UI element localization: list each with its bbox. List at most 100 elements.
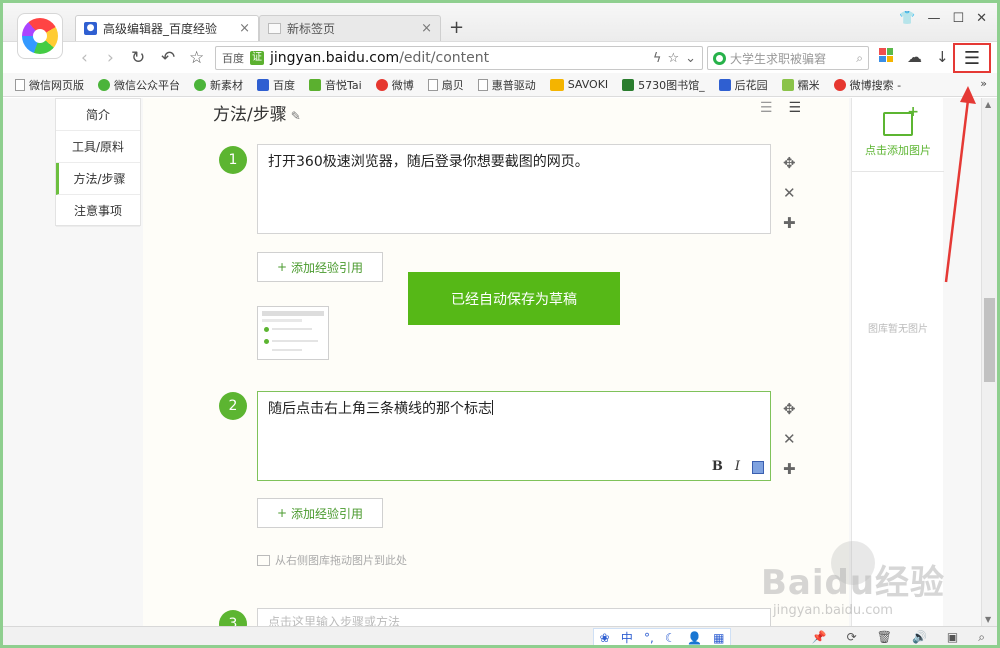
tab-new-tab[interactable]: 新标签页 × bbox=[259, 15, 441, 41]
vertical-scrollbar[interactable]: ▲ ▼ bbox=[981, 98, 997, 626]
lightning-icon[interactable]: ϟ bbox=[653, 51, 662, 66]
add-step-icon[interactable]: ✚ bbox=[783, 460, 796, 478]
bookmark-label: 音悦Tai bbox=[325, 78, 362, 92]
ordered-list-icon[interactable]: ☰ bbox=[788, 100, 801, 116]
add-reference-label: 添加经验引用 bbox=[291, 506, 364, 521]
zoom-icon[interactable]: ⌕ bbox=[978, 630, 985, 645]
step-1-image-thumbnail[interactable] bbox=[257, 306, 329, 360]
tab-close-icon[interactable]: × bbox=[421, 21, 432, 36]
move-icon[interactable]: ✥ bbox=[783, 154, 796, 172]
bookmark-item[interactable]: 音悦Tai bbox=[309, 77, 362, 93]
section-title: 方法/步骤 ✎ bbox=[213, 100, 301, 125]
trash-icon[interactable]: 🗑 bbox=[877, 630, 892, 645]
move-icon[interactable]: ✥ bbox=[783, 400, 796, 418]
edit-pencil-icon[interactable]: ✎ bbox=[291, 109, 301, 123]
bookmark-item[interactable]: 新素材 bbox=[194, 77, 243, 93]
favorite-star-icon[interactable]: ☆ bbox=[667, 51, 679, 66]
close-icon[interactable]: ✕ bbox=[976, 11, 987, 26]
shirt-skin-icon[interactable]: 👕 bbox=[899, 11, 915, 26]
bookmark-label: 微博搜索 - bbox=[849, 78, 902, 92]
add-reference-button[interactable]: + 添加经验引用 bbox=[257, 252, 383, 282]
bookmark-item[interactable]: 惠普驱动 bbox=[477, 77, 536, 93]
delete-icon[interactable]: ✕ bbox=[783, 184, 796, 202]
address-bar[interactable]: 百度 证 jingyan.baidu.com/edit/content ϟ ☆ … bbox=[215, 46, 703, 70]
bookmark-nm-icon bbox=[781, 78, 794, 91]
list-view-icon[interactable]: ☰ bbox=[760, 100, 773, 116]
scrollbar-thumb[interactable] bbox=[984, 298, 995, 382]
maximize-icon[interactable]: ☐ bbox=[952, 11, 964, 26]
insert-image-icon[interactable] bbox=[752, 460, 764, 474]
tab-close-icon[interactable]: × bbox=[239, 21, 250, 36]
bookmark-sav-icon bbox=[549, 78, 564, 91]
ime-user-icon[interactable]: 👤 bbox=[687, 631, 702, 645]
star-icon[interactable]: ☆ bbox=[189, 48, 204, 68]
window-icon[interactable]: ▣ bbox=[947, 630, 958, 645]
back-icon[interactable]: ‹ bbox=[81, 48, 88, 68]
nav-item-steps[interactable]: 方法/步骤 bbox=[56, 163, 140, 195]
bookmark-doc-icon bbox=[477, 78, 488, 91]
delete-icon[interactable]: ✕ bbox=[783, 430, 796, 448]
add-image-button[interactable]: 点击添加图片 bbox=[852, 98, 944, 172]
bookmark-item[interactable]: 后花园 bbox=[718, 77, 768, 93]
ime-punctuation-icon[interactable]: °, bbox=[644, 631, 654, 645]
certificate-badge-icon[interactable]: 证 bbox=[250, 51, 264, 65]
drag-hint-text: 从右侧图库拖动图片到此处 bbox=[275, 554, 407, 567]
url-text[interactable]: jingyan.baidu.com/edit/content bbox=[270, 50, 647, 66]
bookmarks-more-icon[interactable]: » bbox=[980, 77, 987, 90]
apps-grid-icon[interactable] bbox=[879, 48, 893, 62]
add-step-icon[interactable]: ✚ bbox=[783, 214, 796, 232]
nav-item-intro[interactable]: 简介 bbox=[56, 99, 140, 131]
forward-icon[interactable]: › bbox=[107, 48, 114, 68]
bookmark-paw-icon bbox=[718, 78, 731, 91]
bookmark-item[interactable]: 微信公众平台 bbox=[98, 77, 180, 93]
ime-grid-icon[interactable]: ▦ bbox=[713, 631, 724, 645]
scroll-up-icon[interactable]: ▲ bbox=[985, 100, 991, 109]
bookmark-item[interactable]: 5730图书馆_ bbox=[622, 77, 705, 93]
minimize-icon[interactable]: — bbox=[927, 11, 940, 26]
search-box[interactable]: 大学生求职被骗窘 ⌕ bbox=[707, 46, 869, 70]
ime-paw-icon[interactable]: ❀ bbox=[600, 631, 610, 645]
bookmark-item[interactable]: 微博搜索 - bbox=[833, 77, 902, 93]
undo-close-icon[interactable]: ↶ bbox=[161, 48, 175, 68]
step-1-input[interactable]: 打开360极速浏览器，随后登录你想要截图的网页。 bbox=[257, 144, 771, 234]
nav-item-tools[interactable]: 工具/原料 bbox=[56, 131, 140, 163]
italic-button[interactable]: I bbox=[735, 458, 740, 476]
step-3-input[interactable]: 点击这里输入步骤或方法 bbox=[257, 608, 771, 626]
bookmark-item[interactable]: 微信网页版 bbox=[15, 77, 84, 93]
scroll-down-icon[interactable]: ▼ bbox=[985, 615, 991, 624]
bold-button[interactable]: B bbox=[712, 458, 723, 476]
search-icon[interactable]: ⌕ bbox=[856, 51, 863, 66]
rich-text-toolbar: B I bbox=[712, 458, 764, 476]
bookmark-label: 惠普驱动 bbox=[491, 78, 536, 92]
step-2-input[interactable]: 随后点击右上角三条横线的那个标志 B I bbox=[257, 391, 771, 481]
speed-icon[interactable]: ⟳ bbox=[847, 630, 857, 645]
bookmark-item[interactable]: SAVOKI bbox=[549, 78, 608, 91]
bookmark-item[interactable]: 糯米 bbox=[781, 77, 820, 93]
cloud-icon[interactable]: ☁ bbox=[907, 48, 922, 66]
add-reference-label: 添加经验引用 bbox=[291, 260, 364, 275]
bookmark-wb-icon bbox=[375, 78, 388, 91]
search-engine-icon[interactable] bbox=[713, 51, 726, 65]
bookmark-item[interactable]: 百度 bbox=[257, 77, 295, 93]
baidu-jingyan-watermark: Baidu经验 jingyan.baidu.com bbox=[761, 541, 961, 621]
tab-title: 新标签页 bbox=[287, 22, 336, 36]
new-tab-button[interactable]: + bbox=[449, 17, 464, 38]
add-reference-button[interactable]: + 添加经验引用 bbox=[257, 498, 383, 528]
tab-advanced-editor[interactable]: ● 高级编辑器_百度经验 × bbox=[75, 15, 259, 41]
menu-hamburger-icon[interactable]: ☰ bbox=[953, 43, 991, 73]
step-1-tools: ✥ ✕ ✚ bbox=[783, 154, 796, 232]
pin-icon[interactable]: 📌 bbox=[812, 630, 827, 645]
ime-chinese-toggle[interactable]: 中 bbox=[621, 629, 633, 645]
nav-item-notes[interactable]: 注意事项 bbox=[56, 195, 140, 227]
image-placeholder-icon bbox=[257, 554, 270, 566]
search-input[interactable]: 大学生求职被骗窘 bbox=[730, 50, 852, 67]
browser-logo-icon[interactable] bbox=[17, 13, 63, 59]
view-toggle: ☰ ☰ bbox=[760, 100, 801, 116]
refresh-icon[interactable]: ↻ bbox=[131, 48, 145, 68]
bookmark-item[interactable]: 扇贝 bbox=[427, 77, 464, 93]
ime-moon-icon[interactable]: ☾ bbox=[665, 631, 676, 645]
bookmark-item[interactable]: 微博 bbox=[375, 77, 414, 93]
dropdown-chevron-icon[interactable]: ⌄ bbox=[685, 51, 696, 66]
speaker-icon[interactable]: 🔊 bbox=[912, 630, 927, 645]
download-icon[interactable]: ↓ bbox=[936, 48, 949, 66]
